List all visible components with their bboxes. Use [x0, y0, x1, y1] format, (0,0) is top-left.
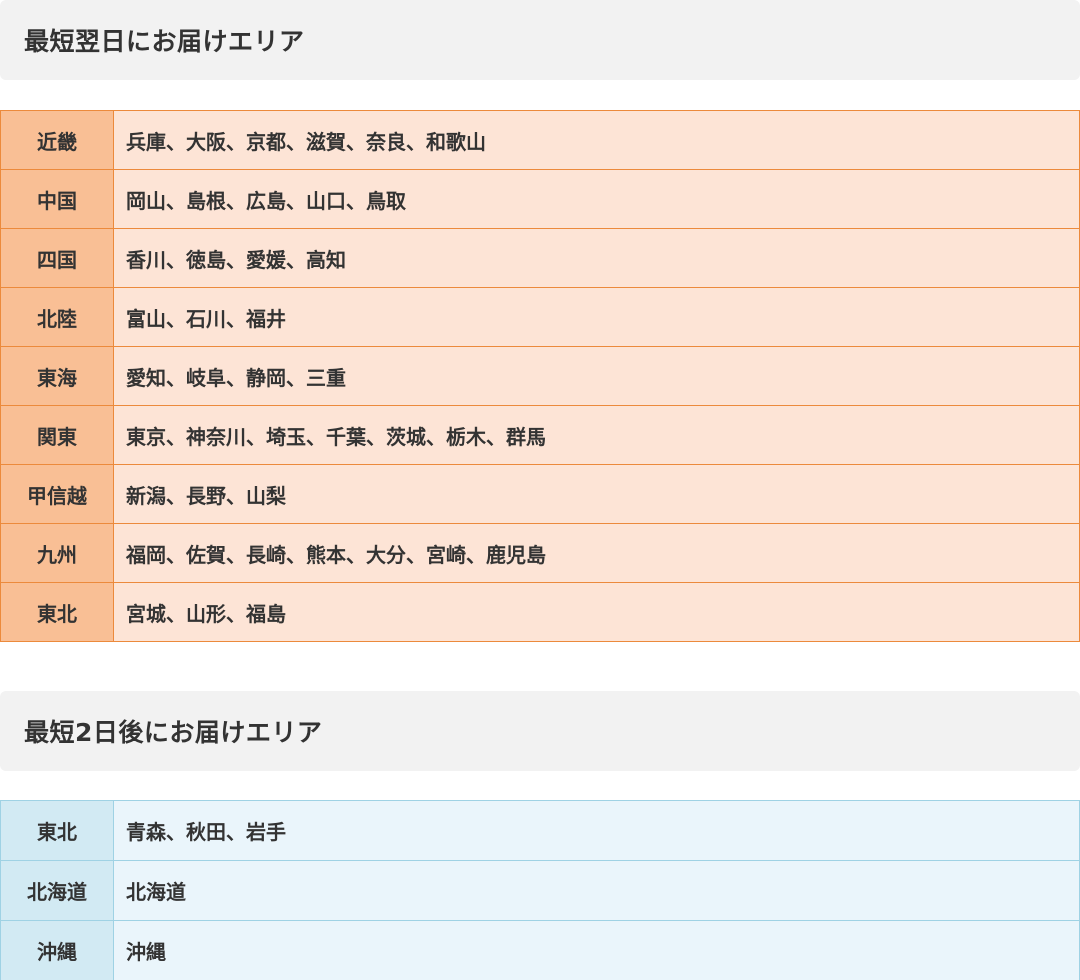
region-name: 東海	[0, 346, 114, 406]
region-name: 東北	[0, 582, 114, 642]
next-day-section-title: 最短翌日にお届けエリア	[24, 27, 305, 56]
region-name: 甲信越	[0, 464, 114, 524]
table-row: 北陸 富山、石川、福井	[0, 287, 1080, 347]
prefecture-list: 香川、徳島、愛媛、高知	[113, 228, 1080, 288]
region-name: 近畿	[0, 110, 114, 170]
prefecture-list: 兵庫、大阪、京都、滋賀、奈良、和歌山	[113, 110, 1080, 170]
table-row: 中国 岡山、島根、広島、山口、鳥取	[0, 169, 1080, 229]
two-day-section-title: 最短2日後にお届けエリア	[24, 718, 323, 747]
prefecture-list: 東京、神奈川、埼玉、千葉、茨城、栃木、群馬	[113, 405, 1080, 465]
prefecture-list: 岡山、島根、広島、山口、鳥取	[113, 169, 1080, 229]
table-row: 北海道 北海道	[0, 860, 1080, 921]
region-name: 沖縄	[0, 920, 114, 980]
region-name: 北海道	[0, 860, 114, 921]
table-row: 東海 愛知、岐阜、静岡、三重	[0, 346, 1080, 406]
table-row: 九州 福岡、佐賀、長崎、熊本、大分、宮崎、鹿児島	[0, 523, 1080, 583]
prefecture-list: 宮城、山形、福島	[113, 582, 1080, 642]
next-day-area-table: 近畿 兵庫、大阪、京都、滋賀、奈良、和歌山 中国 岡山、島根、広島、山口、鳥取 …	[0, 110, 1080, 642]
region-name: 関東	[0, 405, 114, 465]
two-day-section-header: 最短2日後にお届けエリア	[0, 691, 1080, 771]
region-name: 北陸	[0, 287, 114, 347]
delivery-areas-page: 最短翌日にお届けエリア 近畿 兵庫、大阪、京都、滋賀、奈良、和歌山 中国 岡山、…	[0, 0, 1080, 980]
region-name: 東北	[0, 800, 114, 861]
table-row: 関東 東京、神奈川、埼玉、千葉、茨城、栃木、群馬	[0, 405, 1080, 465]
prefecture-list: 北海道	[113, 860, 1080, 921]
region-name: 四国	[0, 228, 114, 288]
region-name: 中国	[0, 169, 114, 229]
two-day-area-table: 東北 青森、秋田、岩手 北海道 北海道 沖縄 沖縄	[0, 800, 1080, 980]
next-day-section-header: 最短翌日にお届けエリア	[0, 0, 1080, 80]
table-row: 東北 青森、秋田、岩手	[0, 800, 1080, 861]
prefecture-list: 福岡、佐賀、長崎、熊本、大分、宮崎、鹿児島	[113, 523, 1080, 583]
prefecture-list: 富山、石川、福井	[113, 287, 1080, 347]
region-name: 九州	[0, 523, 114, 583]
table-row: 近畿 兵庫、大阪、京都、滋賀、奈良、和歌山	[0, 110, 1080, 170]
prefecture-list: 愛知、岐阜、静岡、三重	[113, 346, 1080, 406]
table-row: 東北 宮城、山形、福島	[0, 582, 1080, 642]
prefecture-list: 青森、秋田、岩手	[113, 800, 1080, 861]
prefecture-list: 新潟、長野、山梨	[113, 464, 1080, 524]
prefecture-list: 沖縄	[113, 920, 1080, 980]
table-row: 甲信越 新潟、長野、山梨	[0, 464, 1080, 524]
table-row: 四国 香川、徳島、愛媛、高知	[0, 228, 1080, 288]
table-row: 沖縄 沖縄	[0, 920, 1080, 980]
